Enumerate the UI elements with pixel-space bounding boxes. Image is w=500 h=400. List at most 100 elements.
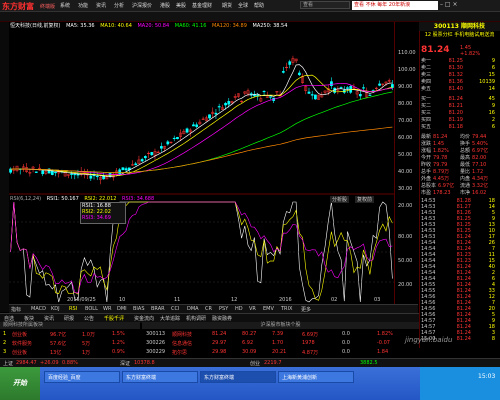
sector-row[interactable]: 3 创业板 13亿 1万 0.9% [0, 349, 140, 357]
sector-stock-e: 0.0 [342, 349, 350, 355]
sector-stock-row[interactable]: 300113 顺网科技 81.24 80.27 7.39 6.69万 0.0 1.82% [142, 331, 419, 339]
tab-cci[interactable]: CCI [171, 306, 179, 312]
sector-stock-row[interactable]: 300226 信息通信 29.97 6.92 1.70 1978 0.0 -0.07 [142, 340, 419, 348]
tab-comments[interactable]: 千股千评 [104, 315, 124, 322]
tab-big-orders[interactable]: 大单追踪 [160, 315, 180, 322]
sector-row[interactable]: 1 创业板 96.7亿 1.0万 1.5% [0, 331, 140, 339]
sector-stock-b: 80.27 [242, 331, 257, 337]
tab-wr[interactable]: WR [103, 306, 111, 312]
status-label-sh: 上证 [3, 361, 14, 367]
tab-trix[interactable]: TRIX [281, 306, 292, 312]
rsi-legend-title: RSI(6,12,24) [10, 196, 42, 202]
sector-stock-row[interactable]: 300229 拓尔思 29.98 30.09 20.21 4.87万 0.0 1.84 [142, 349, 419, 357]
tab-dmi[interactable]: DMI [117, 306, 127, 312]
tab-vr[interactable]: VR [249, 306, 256, 312]
tab-brar[interactable]: BRAR [151, 306, 165, 312]
sector-value: 1.0万 [82, 332, 95, 338]
sector-panel: 顺网科技所属板块 1 创业板 96.7亿 1.0万 1.5% 2 软件服务 57… [0, 322, 140, 358]
taskbar-item[interactable]: 百度经验_百度 [44, 371, 120, 383]
rsi2-line [10, 201, 393, 301]
menu-item-global[interactable]: 全球 [238, 2, 248, 9]
candle-body [346, 87, 349, 89]
tab-dma[interactable]: DMA [187, 306, 199, 312]
tab-hd[interactable]: HD [235, 306, 243, 312]
buy-row[interactable]: 买五 81.18 6 [421, 123, 499, 130]
stat-cell: 涨幅 1.82% [421, 147, 449, 154]
promo-banner[interactable]: 查看 不休 每年 20年新浪 [352, 1, 438, 10]
menu-item-news[interactable]: 资讯 [96, 2, 106, 9]
date-tick: 2016 [279, 297, 292, 303]
sector-row[interactable]: 2 软件服务 57.6亿 5万 1.2% [0, 340, 140, 348]
price-tick: 30.00 [398, 186, 413, 192]
tab-announcements[interactable]: 公告 [84, 315, 94, 322]
buy-row[interactable]: 买二 81.21 9 [421, 102, 499, 109]
tab-psy[interactable]: PSY [219, 306, 228, 312]
tab-institution[interactable]: 机构调研 [186, 315, 206, 322]
menu-item-function[interactable]: 功能 [78, 2, 88, 9]
current-price: 81.24 [421, 45, 450, 55]
tab-cr[interactable]: CR [205, 306, 212, 312]
menu-item-help[interactable]: 帮助 [254, 2, 264, 9]
candle-body [368, 94, 372, 96]
tab-margin[interactable]: 融资融券 [212, 315, 232, 322]
sector-name: 软件服务 [12, 341, 33, 347]
rsi-tooltip: RSI1: 16.88 RSI2: 22.02 RSI3: 34.69 [80, 202, 126, 224]
tab-more[interactable]: 更多 [301, 306, 311, 313]
sell-row[interactable]: 卖五 81.40 14 [421, 85, 499, 92]
taskbar-clock: 15:03 [478, 373, 496, 380]
sector-stock-c: 20.21 [272, 349, 287, 355]
menu-item-analysis[interactable]: 分析 [114, 2, 124, 9]
candle-body [41, 170, 45, 175]
ma-legend: 恒天科技(日线,前复权) MA5: 35.36 MA10: 40.64 MA20… [10, 22, 291, 29]
price-tick: 40.00 [398, 169, 413, 175]
window-controls[interactable]: – □ × [440, 1, 458, 8]
buy-row[interactable]: 买三 81.20 16 [421, 109, 499, 116]
tab-emv[interactable]: EMV [263, 306, 274, 312]
system-tray [420, 367, 500, 400]
menu-item-hk[interactable]: 港股 [160, 2, 170, 9]
taskbar-item[interactable]: 东方财富终端 [200, 371, 276, 383]
date-tick: 12 [231, 297, 238, 303]
tab-kdj[interactable]: KDJ [51, 306, 60, 312]
sell-row[interactable]: 卖四 81.36 10139 [421, 78, 499, 85]
chart-area[interactable] [9, 22, 394, 312]
tab-fund-flow[interactable]: 资金流向 [134, 315, 154, 322]
candle-body [134, 163, 138, 166]
tab-macd[interactable]: MACD [31, 306, 46, 312]
menu-item-futures[interactable]: 期货 [222, 2, 232, 9]
tab-sectors[interactable]: 板块 [24, 315, 34, 322]
candle-body [140, 159, 144, 162]
tab-indicator[interactable]: 指标 [11, 306, 21, 313]
stat-value: 16.02 [472, 190, 487, 196]
menu-item-system[interactable]: 系统 [60, 2, 70, 9]
tab-news[interactable]: 资讯 [44, 315, 54, 322]
kline-chart-svg[interactable] [9, 22, 394, 312]
adjust-button[interactable]: 复权前 [355, 196, 375, 203]
candle-body [214, 112, 218, 115]
stock-news-link[interactable]: 12 股票分红 手机电脑试用送流 [419, 31, 500, 45]
stat-cell: 总手 8.79万 [421, 168, 449, 175]
start-button[interactable]: 开始 [0, 367, 40, 400]
sell-label: 卖三 [421, 72, 432, 78]
tab-research[interactable]: 研报 [64, 315, 74, 322]
sell-row[interactable]: 卖一 81.25 9 [421, 57, 499, 64]
analysis-button[interactable]: 分析股 [330, 196, 350, 203]
tab-boll[interactable]: BOLL [85, 306, 98, 312]
menu-item-us[interactable]: 美股 [176, 2, 186, 9]
tab-rsi[interactable]: RSI [69, 306, 77, 312]
sector-name: 创业板 [12, 350, 28, 356]
tab-bias[interactable]: BIAS [133, 306, 145, 312]
stat-cell: 涨跌 1.45 [421, 140, 444, 147]
sell-row[interactable]: 卖二 81.30 6 [421, 64, 499, 71]
sector-value: 1万 [82, 350, 91, 356]
buy-row[interactable]: 买四 81.19 2 [421, 116, 499, 123]
taskbar-item[interactable]: 上海新黄浦创新 [278, 371, 354, 383]
menu-item-funds[interactable]: 基金理财 [192, 2, 212, 9]
tab-watchlist[interactable]: 自选 [4, 315, 14, 322]
menu-item-quotes[interactable]: 沪深报价 [132, 2, 152, 9]
sell-row[interactable]: 卖三 81.32 15 [421, 71, 499, 78]
stock-title[interactable]: 300113 顺网科技 [419, 22, 500, 31]
search-input[interactable]: 查看 [300, 1, 350, 9]
taskbar-item[interactable]: 东方财富终端 [122, 371, 198, 383]
buy-row[interactable]: 买一 81.24 45 [421, 95, 499, 102]
